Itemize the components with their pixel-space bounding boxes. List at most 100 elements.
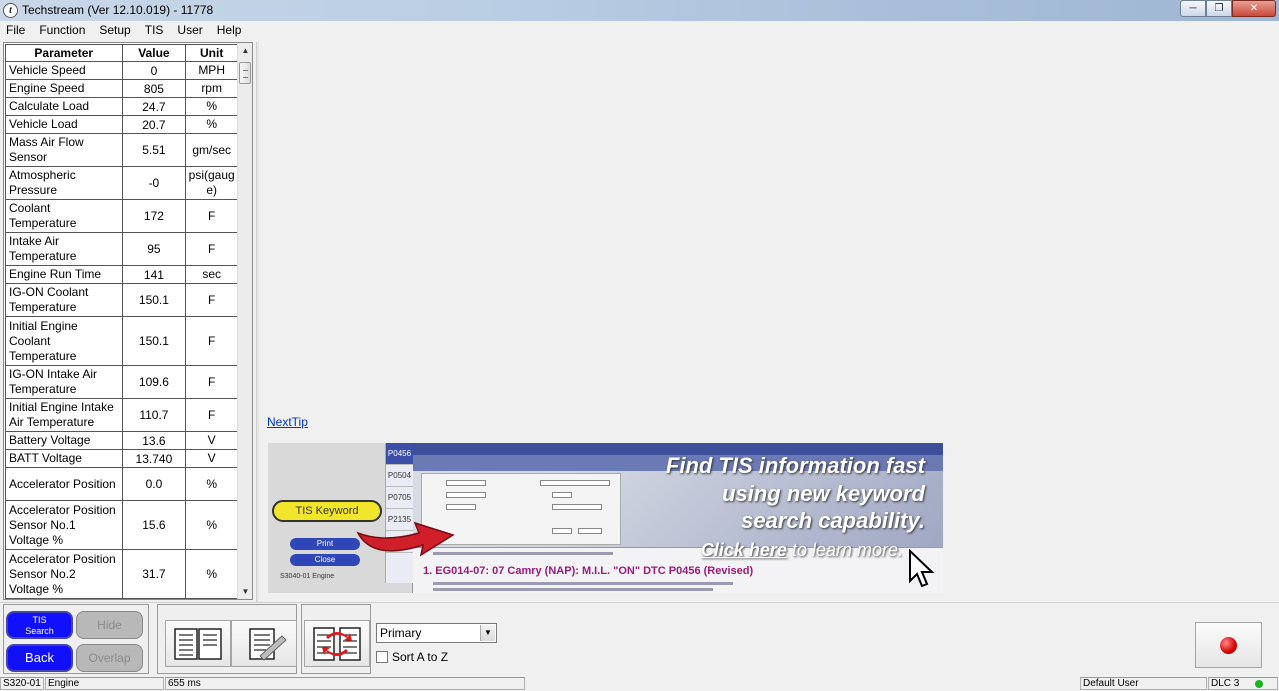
chevron-down-icon[interactable]: ▼ — [480, 625, 495, 641]
parameter-name: Accelerator Position Sensor No.2 Voltage… — [5, 549, 123, 599]
sort-a-to-z-checkbox[interactable] — [376, 651, 388, 663]
list-edit-icon — [249, 627, 287, 661]
parameter-unit: MPH — [185, 61, 238, 80]
parameter-value: -0 — [121, 166, 187, 200]
menu-tis[interactable]: TIS — [138, 21, 171, 40]
parameter-name: Intake Air Temperature — [5, 232, 123, 266]
parameter-unit: F — [185, 283, 238, 317]
table-row[interactable]: Engine Speed 805 rpm — [5, 79, 238, 98]
parameter-value: 95 — [121, 232, 187, 266]
parameter-name: Initial Engine Intake Air Temperature — [5, 398, 123, 432]
list-columns-icon — [174, 627, 222, 660]
refresh-list-button[interactable] — [304, 620, 370, 667]
table-row[interactable]: IG-ON Intake Air Temperature 109.6 F — [5, 365, 238, 399]
parameter-unit: % — [185, 97, 238, 116]
parameter-unit: F — [185, 365, 238, 399]
parameter-value: 109.6 — [121, 365, 187, 399]
status-timing: 655 ms — [165, 677, 525, 690]
menu-user[interactable]: User — [170, 21, 209, 40]
banner-close-button: Close — [290, 554, 360, 566]
table-row[interactable]: Accelerator Position 0.0% — [5, 467, 238, 501]
parameter-unit: % — [185, 549, 238, 599]
hide-button[interactable]: Hide — [76, 611, 143, 639]
parameter-unit: F — [185, 316, 238, 366]
banner-click-here-link[interactable]: Click here — [701, 540, 787, 560]
list-select-dropdown[interactable]: Primary ▼ — [376, 623, 497, 643]
maximize-icon: ❐ — [1214, 3, 1224, 14]
parameter-value: 150.1 — [121, 316, 187, 366]
table-row[interactable]: Initial Engine Coolant Temperature 150.1 F — [5, 316, 238, 366]
banner-headline-3: search capability. — [741, 508, 925, 533]
parameter-value: 110.7 — [121, 398, 187, 432]
table-row[interactable]: Intake Air Temperature 95 F — [5, 232, 238, 266]
sort-option: Sort A to Z — [376, 650, 448, 664]
parameter-value: 5.51 — [121, 133, 187, 167]
menu-function[interactable]: Function — [32, 21, 92, 40]
maximize-button[interactable]: ❐ — [1206, 0, 1232, 17]
grouped-list-button[interactable] — [165, 620, 231, 667]
status-user: Default User — [1080, 677, 1207, 690]
table-row[interactable]: BATT Voltage 13.740 V — [5, 449, 238, 468]
edit-list-button[interactable] — [231, 620, 297, 667]
table-row[interactable]: Battery Voltage 13.6 V — [5, 431, 238, 450]
close-icon: ✕ — [1249, 3, 1259, 14]
parameter-name: Accelerator Position Sensor No.1 Voltage… — [5, 500, 123, 550]
table-row[interactable]: Engine Run Time 141 sec — [5, 265, 238, 284]
column-header-unit[interactable]: Unit — [185, 44, 238, 62]
table-row[interactable]: Initial Engine Intake Air Temperature 110… — [5, 398, 238, 432]
next-tip-link[interactable]: NextTip — [267, 415, 308, 429]
parameter-name: Mass Air Flow Sensor — [5, 133, 123, 167]
parameter-value: 20.7 — [121, 115, 187, 134]
parameter-name: Battery Voltage — [5, 431, 123, 450]
parameter-name: IG-ON Coolant Temperature — [5, 283, 123, 317]
record-button[interactable] — [1195, 622, 1262, 668]
parameter-unit: % — [185, 500, 238, 550]
parameter-unit: gm/sec — [185, 133, 238, 167]
parameter-name: Vehicle Speed — [5, 61, 123, 80]
table-row[interactable]: Accelerator Position Sensor No.2 Voltage… — [5, 549, 238, 599]
techstream-logo-icon: t — [3, 3, 18, 18]
banner-headline-1: Find TIS information fast — [665, 453, 925, 478]
parameter-value: 0 — [121, 61, 187, 80]
scroll-up-icon[interactable]: ▲ — [238, 43, 252, 58]
parameter-name: Vehicle Load — [5, 115, 123, 134]
menu-file[interactable]: File — [0, 21, 32, 40]
banner-dtc-code: P0456 — [386, 443, 413, 465]
table-row[interactable]: Calculate Load 24.7% — [5, 97, 238, 116]
data-list-scrollbar[interactable]: ▲ ▼ — [237, 43, 252, 599]
back-button[interactable]: Back — [6, 644, 73, 672]
table-row[interactable]: Coolant Temperature 172 F — [5, 199, 238, 233]
close-button[interactable]: ✕ — [1232, 0, 1276, 17]
menu-help[interactable]: Help — [210, 21, 249, 40]
tis-keyword-banner[interactable]: TIS Keyword Print Close S3040-01 Engine … — [268, 443, 943, 593]
banner-dtc-code: P0504 — [386, 465, 413, 487]
parameter-name: BATT Voltage — [5, 449, 123, 468]
parameter-name: Atmospheric Pressure — [5, 166, 123, 200]
connection-status-icon — [1255, 680, 1263, 688]
scroll-down-icon[interactable]: ▼ — [238, 584, 252, 599]
status-code: S320-01 — [0, 677, 44, 690]
scroll-thumb[interactable] — [239, 62, 251, 84]
parameter-value: 24.7 — [121, 97, 187, 116]
tis-search-button[interactable]: TIS Search — [6, 611, 73, 639]
parameter-value: 31.7 — [121, 549, 187, 599]
overlap-button[interactable]: Overlap — [76, 644, 143, 672]
panel-splitter[interactable] — [256, 42, 259, 602]
table-row[interactable]: IG-ON Coolant Temperature 150.1 F — [5, 283, 238, 317]
table-row[interactable]: Vehicle Load 20.7% — [5, 115, 238, 134]
table-row[interactable]: Vehicle Speed 0 MPH — [5, 61, 238, 80]
parameter-value: 141 — [121, 265, 187, 284]
parameter-name: IG-ON Intake Air Temperature — [5, 365, 123, 399]
column-header-parameter[interactable]: Parameter — [5, 44, 123, 62]
window-title: Techstream (Ver 12.10.019) - 11778 — [22, 3, 214, 17]
table-row[interactable]: Accelerator Position Sensor No.1 Voltage… — [5, 500, 238, 550]
banner-cta: Click here to learn more. — [701, 540, 903, 561]
parameter-unit: % — [185, 115, 238, 134]
menu-setup[interactable]: Setup — [92, 21, 137, 40]
column-header-value[interactable]: Value — [121, 44, 187, 62]
table-row[interactable]: Atmospheric Pressure -0 psi(gauge) — [5, 166, 238, 200]
minimize-button[interactable]: ─ — [1180, 0, 1206, 17]
parameter-value: 0.0 — [121, 467, 187, 501]
banner-footer-text: S3040-01 Engine — [280, 573, 335, 580]
table-row[interactable]: Mass Air Flow Sensor 5.51 gm/sec — [5, 133, 238, 167]
